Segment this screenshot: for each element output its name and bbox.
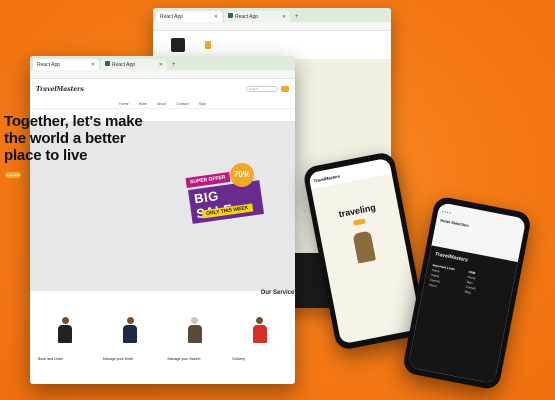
footer-col: CRM Home Sign Contact Blog	[464, 270, 479, 297]
logo-image	[171, 38, 185, 52]
phone-footer: TravelMasters Important Links Home Hotel…	[407, 245, 518, 384]
browser-tab[interactable]: React App ✕	[33, 59, 99, 70]
footer-col: Important Links Home Hotels Contact Abou…	[428, 263, 456, 292]
nav-contact[interactable]: Contact	[176, 102, 188, 106]
sale-banner: SUPER OFFER BIG SALE ONLY THIS WEEK 70%	[185, 163, 265, 227]
phone-button[interactable]	[353, 218, 366, 226]
service-card[interactable]: Delivery	[230, 309, 289, 379]
address-bar[interactable]	[153, 22, 391, 31]
site-nav: Home Hotel About Contact Sign	[30, 99, 295, 109]
big-sale-label: BIG SALE	[187, 180, 265, 224]
search-group: Search	[246, 86, 289, 92]
service-card[interactable]: Manage your Hotel	[100, 309, 160, 379]
person-image	[57, 317, 73, 345]
new-tab-icon[interactable]: +	[172, 62, 176, 68]
service-cards: Book and Order Manage your Hotel Manage …	[36, 309, 289, 379]
close-icon[interactable]: ✕	[91, 62, 95, 68]
browser-tab[interactable]: React App ✕	[224, 11, 290, 22]
service-card-label: Manage your Market	[167, 357, 201, 361]
tab-label: React App	[160, 13, 184, 20]
nav-hotel[interactable]: Hotel	[139, 102, 147, 106]
nav-sign[interactable]: Sign	[199, 102, 206, 106]
browser-tab[interactable]: React App ✕	[156, 11, 222, 22]
address-bar[interactable]	[30, 70, 295, 79]
person-image	[252, 317, 268, 345]
service-card-label: Manage your Hotel	[102, 357, 134, 361]
site-header: TravelMasters Search	[30, 79, 295, 99]
service-card[interactable]: Manage your Market	[165, 309, 225, 379]
close-icon[interactable]: ✕	[214, 14, 218, 20]
person-image	[122, 317, 138, 345]
close-icon[interactable]: ✕	[159, 62, 163, 68]
discount-badge: 70%	[230, 163, 254, 187]
traveler-image	[352, 230, 376, 264]
tab-bar: React App ✕ React App ✕ +	[153, 8, 391, 22]
book-now-button[interactable]: Book Now	[5, 172, 21, 178]
search-button[interactable]	[281, 86, 289, 92]
service-card-label: Delivery	[232, 357, 246, 361]
nav-about[interactable]: About	[157, 102, 166, 106]
favicon-icon	[105, 61, 110, 66]
hero-title: Together, let's make the world a better …	[4, 113, 143, 164]
close-icon[interactable]: ✕	[282, 14, 286, 20]
service-card-label: Book and Order	[38, 357, 64, 361]
new-tab-icon[interactable]: +	[295, 14, 299, 20]
favicon-icon	[228, 13, 233, 18]
site-header	[153, 31, 391, 59]
tab-label: React App	[37, 61, 61, 68]
service-card[interactable]: Book and Order	[36, 309, 95, 379]
person-image	[187, 317, 203, 345]
tab-label: React App	[235, 14, 259, 20]
site-logo[interactable]: TravelMasters	[36, 86, 84, 93]
tab-bar: React App ✕ React App ✕ +	[30, 56, 295, 70]
browser-tab[interactable]: React App ✕	[101, 59, 167, 70]
search-input[interactable]: Search	[246, 86, 278, 92]
badge-icon	[205, 41, 211, 49]
tab-label: React App	[112, 62, 136, 68]
nav-home[interactable]: Home	[119, 102, 129, 106]
